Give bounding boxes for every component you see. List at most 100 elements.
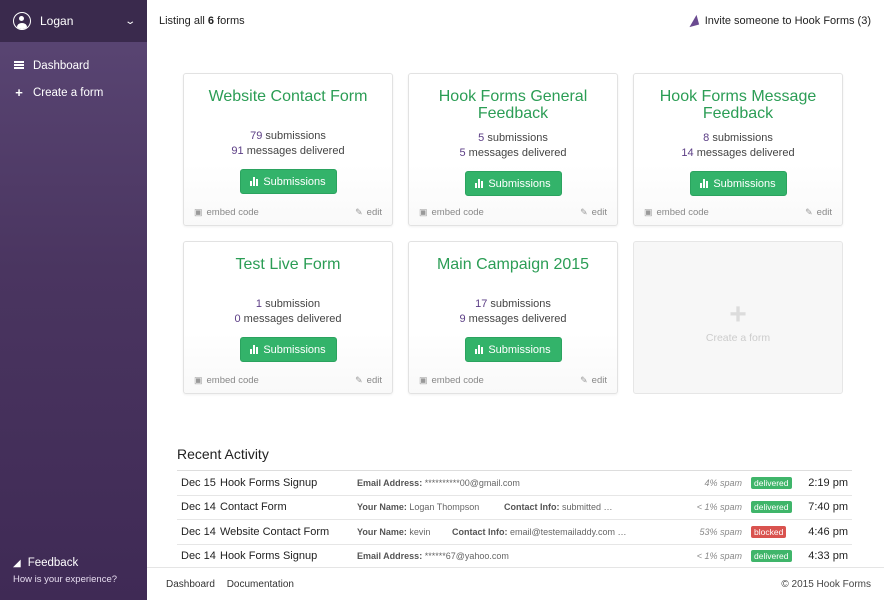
- sidebar-item-create-form[interactable]: + Create a form: [0, 79, 147, 106]
- activity-form-name: Contact Form: [220, 501, 287, 514]
- footer-link-dashboard[interactable]: Dashboard: [166, 579, 215, 590]
- form-title[interactable]: Test Live Form: [184, 256, 392, 290]
- form-title[interactable]: Hook Forms General Feedback: [409, 88, 617, 122]
- form-stats: 1 submission 0 messages delivered: [234, 298, 342, 325]
- embed-icon: ▣: [194, 375, 203, 385]
- activity-field: Contact Info: submitted …: [504, 502, 613, 513]
- plus-icon: +: [729, 298, 747, 331]
- status-badge: delivered: [751, 550, 792, 563]
- form-title[interactable]: Main Campaign 2015: [409, 256, 617, 290]
- form-title[interactable]: Website Contact Form: [184, 88, 392, 122]
- bar-chart-icon: [700, 179, 709, 188]
- submissions-button[interactable]: Submissions: [464, 171, 562, 196]
- form-stats: 79 submissions 91 messages delivered: [231, 130, 345, 157]
- form-stats: 8 submissions 14 messages delivered: [681, 132, 795, 159]
- bar-chart-icon: [475, 345, 484, 354]
- pencil-icon: ✎: [355, 207, 363, 217]
- activity-time: 7:40 pm: [808, 501, 848, 514]
- section-title: Recent Activity: [177, 446, 852, 471]
- spam-score: 53% spam: [699, 526, 742, 537]
- form-card: Website Contact Form 79 submissions 91 m…: [183, 73, 393, 226]
- invite-label: Invite someone to Hook Forms (3): [704, 15, 871, 27]
- plus-icon: +: [15, 85, 23, 100]
- listing-summary: Listing all 6 forms: [159, 15, 245, 27]
- submissions-button[interactable]: Submissions: [689, 171, 787, 196]
- status-badge: blocked: [751, 525, 787, 538]
- activity-date: Dec 14: [181, 550, 216, 563]
- footer-link-documentation[interactable]: Documentation: [227, 579, 294, 590]
- edit-link[interactable]: ✎ edit: [355, 207, 382, 218]
- spam-score: 4% spam: [704, 477, 742, 488]
- submissions-button[interactable]: Submissions: [239, 337, 337, 362]
- embed-code-link[interactable]: ▣ embed code: [194, 375, 259, 386]
- card-footer: ▣ embed code ✎ edit: [419, 207, 607, 218]
- activity-field: Your Name: Logan Thompson: [357, 502, 480, 513]
- embed-code-link[interactable]: ▣ embed code: [419, 207, 484, 218]
- activity-row[interactable]: Dec 15 Hook Forms Signup Email Address: …: [177, 471, 852, 496]
- edit-link[interactable]: ✎ edit: [355, 375, 382, 386]
- activity-date: Dec 14: [181, 525, 216, 538]
- activity-form-name: Website Contact Form: [220, 525, 330, 538]
- activity-time: 4:46 pm: [808, 525, 848, 538]
- activity-field: Email Address: **********00@gmail.com: [357, 477, 520, 488]
- embed-icon: ▣: [644, 207, 653, 217]
- embed-code-link[interactable]: ▣ embed code: [194, 207, 259, 218]
- form-card: Hook Forms Message Feedback 8 submission…: [633, 73, 843, 226]
- footer: Dashboard Documentation © 2015 Hook Form…: [147, 567, 884, 600]
- form-card: Test Live Form 1 submission 0 messages d…: [183, 241, 393, 394]
- megaphone-icon: ◢: [13, 557, 21, 569]
- user-icon: [13, 12, 31, 30]
- user-menu[interactable]: Logan ⌄: [0, 0, 147, 42]
- bar-chart-icon: [250, 177, 259, 186]
- form-card: Hook Forms General Feedback 5 submission…: [408, 73, 618, 226]
- card-footer: ▣ embed code ✎ edit: [419, 375, 607, 386]
- card-footer: ▣ embed code ✎ edit: [194, 375, 382, 386]
- embed-icon: ▣: [419, 207, 428, 217]
- activity-row[interactable]: Dec 14 Website Contact Form Your Name: k…: [177, 520, 852, 545]
- form-stats: 17 submissions 9 messages delivered: [459, 298, 567, 325]
- paper-plane-icon: [686, 14, 699, 28]
- sidebar-nav: Dashboard + Create a form: [0, 52, 147, 106]
- card-footer: ▣ embed code ✎ edit: [194, 207, 382, 218]
- pencil-icon: ✎: [580, 207, 588, 217]
- edit-link[interactable]: ✎ edit: [580, 375, 607, 386]
- create-form-card[interactable]: + Create a form: [633, 241, 843, 394]
- sidebar: Logan ⌄ Dashboard + Create a form ◢ Feedb…: [0, 0, 147, 600]
- submissions-button[interactable]: Submissions: [464, 337, 562, 362]
- sidebar-item-label: Create a form: [33, 86, 104, 99]
- embed-code-link[interactable]: ▣ embed code: [644, 207, 709, 218]
- top-bar: Listing all 6 forms Invite someone to Ho…: [147, 0, 884, 42]
- bar-chart-icon: [250, 345, 259, 354]
- invite-link[interactable]: Invite someone to Hook Forms (3): [686, 14, 871, 28]
- activity-date: Dec 15: [181, 476, 216, 489]
- activity-time: 4:33 pm: [808, 550, 848, 563]
- activity-field: Contact Info: email@testemailaddy.com …: [452, 526, 627, 537]
- user-name: Logan: [40, 14, 74, 28]
- sidebar-item-dashboard[interactable]: Dashboard: [0, 52, 147, 79]
- form-card: Main Campaign 2015 17 submissions 9 mess…: [408, 241, 618, 394]
- footer-links: Dashboard Documentation: [166, 579, 303, 590]
- embed-icon: ▣: [419, 375, 428, 385]
- embed-code-link[interactable]: ▣ embed code: [419, 375, 484, 386]
- create-form-label: Create a form: [705, 332, 771, 344]
- activity-row[interactable]: Dec 14 Contact Form Your Name: Logan Tho…: [177, 496, 852, 520]
- activity-time: 2:19 pm: [808, 476, 848, 489]
- feedback-link[interactable]: ◢ Feedback How is your experience?: [13, 557, 117, 585]
- edit-link[interactable]: ✎ edit: [580, 207, 607, 218]
- activity-date: Dec 14: [181, 501, 216, 514]
- feedback-subtitle: How is your experience?: [13, 574, 118, 585]
- form-title[interactable]: Hook Forms Message Feedback: [634, 88, 842, 122]
- edit-link[interactable]: ✎ edit: [805, 207, 832, 218]
- list-icon: [13, 60, 25, 72]
- activity-form-name: Hook Forms Signup: [220, 476, 318, 489]
- status-badge: delivered: [751, 476, 792, 489]
- copyright: © 2015 Hook Forms: [781, 578, 871, 590]
- submissions-button[interactable]: Submissions: [239, 169, 337, 194]
- recent-activity: Recent Activity Dec 15 Hook Forms Signup…: [177, 446, 852, 569]
- activity-row[interactable]: Dec 14 Hook Forms Signup Email Address: …: [177, 545, 852, 569]
- pencil-icon: ✎: [355, 375, 363, 385]
- feedback-label: Feedback: [27, 557, 79, 569]
- chevron-down-icon: ⌄: [123, 15, 136, 27]
- activity-field: Email Address: ******67@yahoo.com: [357, 551, 509, 562]
- forms-grid: Website Contact Form 79 submissions 91 m…: [183, 73, 843, 394]
